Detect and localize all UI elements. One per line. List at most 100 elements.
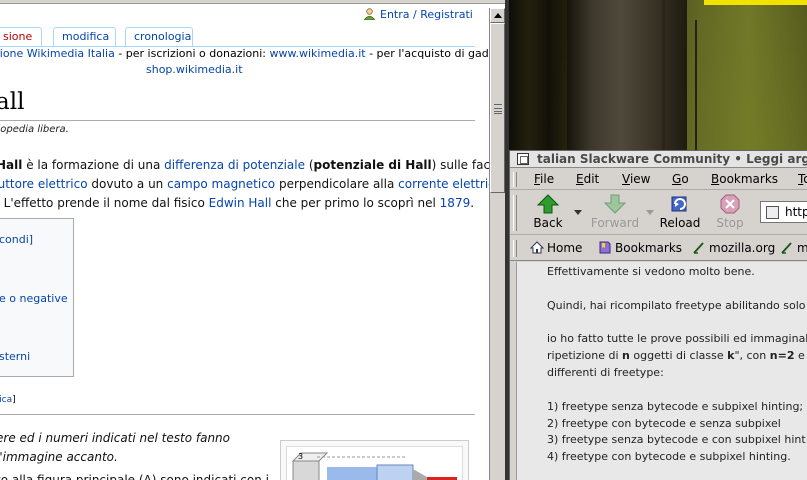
wikimedia-site-link[interactable]: www.wikimedia.it bbox=[270, 47, 366, 60]
menu-bar: File Edit View Go Bookmarks To bbox=[510, 169, 807, 190]
link-campo-magnetico[interactable]: campo magnetico bbox=[167, 177, 275, 191]
bracket: ] bbox=[12, 395, 16, 405]
toc-item[interactable]: condi] bbox=[0, 233, 33, 246]
stop-button[interactable]: Stop bbox=[710, 192, 750, 234]
menu-accel: B bbox=[711, 172, 720, 186]
window-titlebar[interactable]: talian Slackware Community • Leggi argom bbox=[510, 151, 807, 168]
menu-accel: G bbox=[672, 172, 682, 186]
toolbar-grip-icon[interactable] bbox=[513, 240, 517, 257]
shop-link[interactable]: shop.wikimedia.it bbox=[146, 63, 243, 76]
back-button[interactable]: Back bbox=[526, 192, 570, 234]
figure-thumbnail[interactable]: 3 bbox=[280, 440, 469, 480]
toc-item[interactable]: sterni bbox=[0, 350, 30, 363]
menu-bookmarks[interactable]: Bookmarks bbox=[711, 172, 778, 186]
window-title: talian Slackware Community • Leggi argom bbox=[537, 152, 807, 166]
forum-post-content: Effettivamente si vedono molto bene. Qui… bbox=[516, 262, 807, 480]
personal-toolbar: Home Bookmarks mozilla.org m bbox=[510, 236, 807, 261]
menu-view[interactable]: View bbox=[622, 172, 650, 186]
mozilla-browser-window: talian Slackware Community • Leggi argom… bbox=[509, 150, 807, 480]
user-links[interactable]: Entra / Registrati bbox=[364, 8, 473, 21]
back-arrow-icon bbox=[537, 194, 559, 214]
tab-modifica[interactable]: modifica bbox=[53, 27, 116, 47]
text: perpendicolare alla bbox=[275, 177, 399, 191]
forward-arrow-icon bbox=[604, 194, 626, 214]
menu-label: o bbox=[803, 172, 807, 186]
back-history-dropdown-icon[interactable] bbox=[574, 210, 582, 215]
home-label: Home bbox=[547, 241, 583, 255]
toolbar-grip-icon[interactable] bbox=[513, 172, 517, 187]
menu-tools[interactable]: To bbox=[798, 172, 807, 186]
edit-link-text[interactable]: fica bbox=[0, 395, 12, 405]
bookmark-more[interactable]: m bbox=[780, 241, 807, 255]
text: e bbox=[794, 349, 805, 362]
section-divider bbox=[0, 414, 475, 415]
diagram-image: 3 bbox=[291, 452, 457, 480]
menu-file[interactable]: File bbox=[534, 172, 554, 186]
scrollbar-thumb[interactable] bbox=[490, 23, 505, 193]
toolbar-grip-icon[interactable] bbox=[513, 195, 517, 231]
stop-icon bbox=[720, 194, 740, 214]
bookmark-label: m bbox=[797, 241, 807, 255]
paragraph-line-2: duttore elettrico dovuto a un campo magn… bbox=[0, 175, 489, 194]
menu-label: ookmarks bbox=[719, 172, 779, 186]
link-corrente-elettrica[interactable]: corrente elettrica bbox=[398, 177, 489, 191]
list-item: 4) freetype con bytecode e subpixel hint… bbox=[547, 450, 791, 463]
table-of-contents: condi] e o negative sterni bbox=[0, 218, 74, 377]
text: . bbox=[470, 196, 475, 210]
yellow-panel-edge bbox=[704, 0, 807, 5]
post-line: io ho fatto tutte le prove possibili ed … bbox=[547, 332, 807, 345]
bookmark-link-icon bbox=[693, 242, 704, 254]
forward-button[interactable]: Forward bbox=[588, 192, 642, 234]
url-input[interactable]: http bbox=[760, 201, 807, 223]
bold-term-2: potenziale di Hall bbox=[313, 158, 432, 172]
caption-text-1: ere ed i numeri indicati nel testo fanno bbox=[0, 431, 231, 445]
reload-button[interactable]: Reload bbox=[655, 192, 705, 234]
menu-go[interactable]: Go bbox=[672, 172, 689, 186]
link-conduttore-elettrico[interactable]: duttore elettrico bbox=[0, 177, 88, 191]
section-edit-link[interactable]: fica] bbox=[0, 395, 16, 405]
login-link[interactable]: Entra / Registrati bbox=[380, 8, 473, 21]
forward-label: Forward bbox=[590, 216, 640, 230]
bookmark-label: mozilla.org bbox=[709, 241, 776, 255]
bookmark-mozilla-org[interactable]: mozilla.org bbox=[692, 241, 775, 255]
reload-label: Reload bbox=[659, 216, 701, 230]
window-menu-icon[interactable] bbox=[517, 153, 529, 165]
link-1879[interactable]: 1879 bbox=[440, 196, 471, 210]
toc-link[interactable]: condi] bbox=[0, 233, 33, 246]
user-icon bbox=[364, 8, 375, 20]
post-line: differenti di freetype: bbox=[547, 366, 664, 379]
menu-accel: V bbox=[622, 172, 630, 186]
toc-item[interactable]: e o negative bbox=[0, 292, 68, 305]
tab-discussione[interactable]: sione bbox=[0, 27, 42, 47]
list-item: 2) freetype con bytecode e senza subpixe… bbox=[547, 417, 781, 430]
back-label: Back bbox=[533, 216, 563, 230]
text: che per primo lo scoprì nel bbox=[271, 196, 440, 210]
list-item: 3) freetype senza bytecode e con subpixe… bbox=[547, 433, 806, 446]
scroll-up-arrow-icon[interactable] bbox=[490, 8, 505, 23]
navigation-toolbar: Back Forward Reload Stop htt bbox=[510, 191, 807, 235]
tree-trunk bbox=[567, 0, 697, 160]
menu-edit[interactable]: Edit bbox=[576, 172, 599, 186]
bookmarks-button[interactable]: Bookmarks bbox=[598, 241, 682, 255]
forward-history-dropdown-icon[interactable] bbox=[646, 210, 654, 215]
text: dovuto a un bbox=[87, 177, 168, 191]
caption-text-2: l'immagine accanto. bbox=[0, 450, 118, 464]
tab-cronologia[interactable]: cronologia bbox=[125, 27, 193, 47]
notice-text: - per iscrizioni o donazioni: bbox=[114, 47, 270, 60]
vertical-scrollbar[interactable] bbox=[489, 8, 505, 480]
wikimedia-italia-link[interactable]: zione Wikimedia Italia bbox=[0, 47, 115, 60]
bold-text: n bbox=[622, 349, 630, 362]
menu-accel: E bbox=[576, 172, 584, 186]
text: ) sulle facce bbox=[431, 158, 489, 172]
page-icon bbox=[766, 206, 779, 219]
notice-text-2: - per l'acquisto di gadget: bbox=[369, 47, 489, 60]
home-button[interactable]: Home bbox=[530, 241, 582, 255]
reload-icon bbox=[671, 196, 687, 212]
hall-effect-diagram[interactable]: 3 bbox=[286, 446, 463, 480]
post-line: Quindi, hai ricompilato freetype abilita… bbox=[547, 299, 806, 312]
link-edwin-hall[interactable]: Edwin Hall bbox=[209, 196, 272, 210]
bark-line bbox=[695, 20, 697, 150]
menu-label: ile bbox=[540, 172, 555, 186]
bookmarks-label: Bookmarks bbox=[615, 241, 683, 255]
link-differenza-potenziale[interactable]: differenza di potenziale bbox=[164, 158, 305, 172]
